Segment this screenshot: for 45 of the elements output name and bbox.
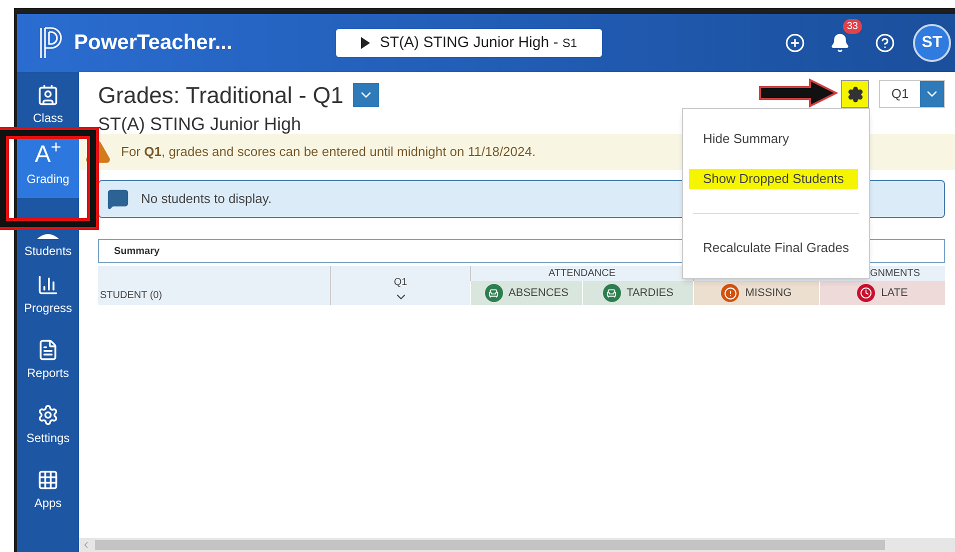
grade-glyph: A$^{+}$ — [34, 143, 62, 167]
sidebar-item[interactable]: Apps — [17, 458, 79, 523]
column-header[interactable]: ABSENCES — [470, 281, 582, 305]
term-select[interactable]: Q1 — [879, 80, 945, 108]
settings-icon — [37, 404, 59, 426]
sidebar-item[interactable]: Class — [17, 72, 79, 133]
title-dropdown[interactable] — [353, 83, 380, 108]
warning-text: For Q1, grades and scores can be entered until midnight on 11/18/2024. — [121, 143, 536, 162]
sidebar-item[interactable]: Settings — [17, 393, 79, 458]
contact-card-icon — [37, 84, 59, 106]
settings-button[interactable] — [841, 80, 869, 108]
document-icon — [37, 339, 59, 361]
page-subtitle: ST(A) STING Junior High — [98, 112, 302, 134]
column-header[interactable]: MISSING — [693, 281, 819, 305]
column-header[interactable]: TARDIES — [582, 281, 693, 305]
sidebar-item[interactable]: Progress — [17, 263, 79, 328]
group-header: ATTENDANCE — [470, 266, 693, 281]
message-icon — [107, 188, 129, 210]
apps-grid-icon — [37, 469, 59, 491]
chair-icon — [484, 284, 503, 302]
page-title: Grades: Traditional - Q1 — [98, 81, 344, 110]
menu-item[interactable]: Show Dropped Students — [689, 169, 858, 188]
column-header[interactable]: LATE — [819, 281, 945, 305]
settings-icon — [846, 86, 864, 102]
student-column-header[interactable]: STUDENT (0) — [98, 266, 330, 305]
class-selector[interactable]: ST(A) STING Junior High - S1 — [336, 29, 602, 57]
menu-item[interactable]: Hide Summary — [703, 129, 789, 148]
notifications-icon[interactable] — [830, 33, 850, 53]
term-column-header[interactable]: Q1 — [330, 266, 470, 305]
bar-chart-icon — [37, 274, 59, 296]
logo-icon — [39, 26, 65, 60]
play-icon — [360, 37, 370, 49]
app-name: PowerTeacher... — [74, 30, 234, 56]
chair-icon — [602, 284, 621, 302]
menu-item[interactable]: Recalculate Final Grades — [703, 238, 849, 258]
alert-icon — [721, 284, 740, 302]
user-avatar[interactable]: ST — [913, 24, 951, 62]
notification-badge: 33 — [842, 19, 862, 34]
horizontal-scrollbar[interactable] — [79, 538, 955, 552]
clock-icon — [857, 284, 876, 302]
add-icon[interactable] — [785, 33, 805, 53]
info-text: No students to display. — [141, 190, 272, 208]
sidebar-item[interactable]: Students — [17, 198, 79, 263]
help-icon[interactable] — [875, 33, 895, 53]
sidebar-item[interactable]: Reports — [17, 328, 79, 393]
